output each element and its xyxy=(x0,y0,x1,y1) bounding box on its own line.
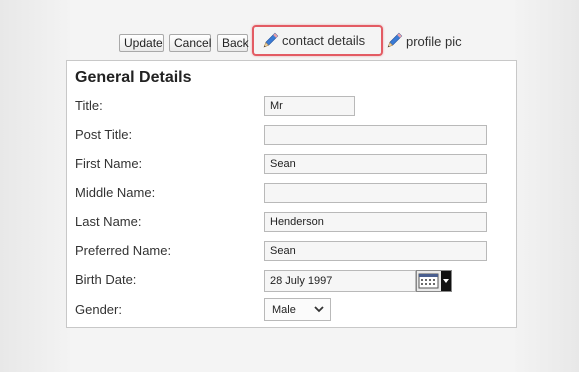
toolbar: Update Cancel Back contact details profi… xyxy=(0,0,579,60)
gender-select[interactable]: Male xyxy=(264,298,331,321)
birth-date-input[interactable] xyxy=(264,270,416,292)
back-button[interactable]: Back xyxy=(217,34,249,52)
gender-label: Gender: xyxy=(75,302,122,317)
pencil-icon xyxy=(384,31,404,51)
general-details-panel: General Details Title: Post Title: First… xyxy=(66,60,517,328)
contact-details-label: contact details xyxy=(282,33,366,48)
post-title-input[interactable] xyxy=(264,125,487,145)
cancel-button[interactable]: Cancel xyxy=(169,34,211,52)
profile-pic-link[interactable]: profile pic xyxy=(384,28,462,54)
chevron-down-icon xyxy=(441,271,451,291)
update-button[interactable]: Update xyxy=(119,34,164,52)
calendar-icon xyxy=(417,271,441,291)
first-name-input[interactable] xyxy=(264,154,487,174)
post-title-label: Post Title: xyxy=(75,127,133,142)
contact-details-link[interactable]: contact details xyxy=(252,25,383,56)
gender-value: Male xyxy=(272,303,296,316)
preferred-name-input[interactable] xyxy=(264,241,487,261)
title-label: Title: xyxy=(75,98,103,113)
pencil-icon xyxy=(260,31,280,51)
middle-name-input[interactable] xyxy=(264,183,487,203)
preferred-name-label: Preferred Name: xyxy=(75,243,172,258)
birth-date-label: Birth Date: xyxy=(75,272,137,287)
chevron-down-icon xyxy=(313,303,325,315)
middle-name-label: Middle Name: xyxy=(75,185,156,200)
section-title: General Details xyxy=(75,69,192,86)
first-name-label: First Name: xyxy=(75,156,143,171)
profile-pic-label: profile pic xyxy=(406,33,462,49)
last-name-input[interactable] xyxy=(264,212,487,232)
date-picker-button[interactable] xyxy=(416,270,452,292)
title-input[interactable] xyxy=(264,96,355,116)
last-name-label: Last Name: xyxy=(75,214,142,229)
